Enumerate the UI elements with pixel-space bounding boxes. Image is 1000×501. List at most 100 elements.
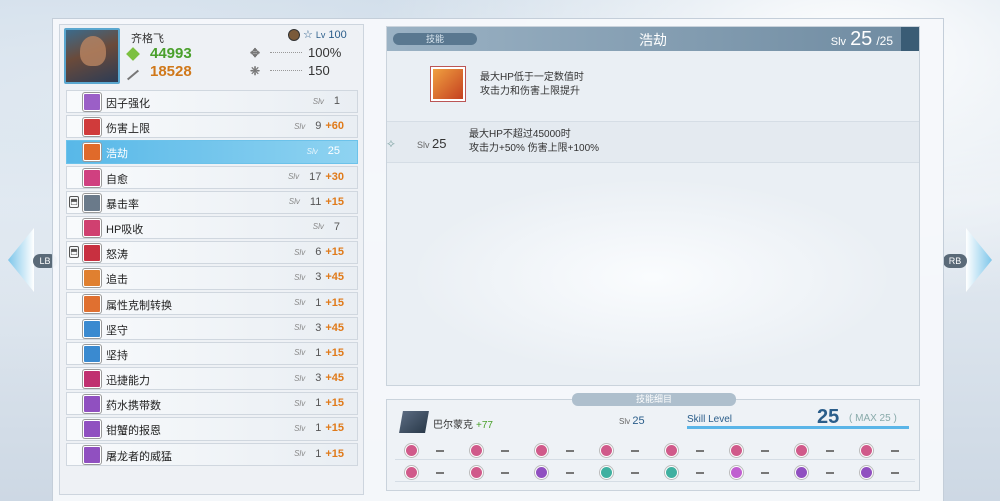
summon-slot[interactable]: [850, 442, 915, 460]
summon-slot[interactable]: [720, 464, 785, 482]
desc-line: 攻击力和伤害上限提升: [480, 86, 580, 97]
weapon-slv: Slv 25: [619, 415, 645, 427]
skill-row[interactable]: 坚守 Slv 3 +45: [66, 316, 358, 341]
skill-row-level: Slv 1 +15: [294, 297, 344, 309]
skill-name: 暴击率: [106, 198, 139, 211]
skill-name: 坚守: [106, 324, 128, 337]
summon-slot[interactable]: [590, 464, 655, 482]
empty-dash: [631, 472, 639, 474]
slv-label: Slv: [294, 398, 306, 408]
skill-level: 17: [309, 170, 322, 183]
summon-slot[interactable]: [590, 442, 655, 460]
hp-stat: 18528: [126, 63, 192, 80]
summon-slot[interactable]: [655, 464, 720, 482]
summon-slot[interactable]: [460, 442, 525, 460]
skill-name: 迅捷能力: [106, 375, 150, 388]
skill-level: 11: [309, 195, 322, 208]
skill-name: 追击: [106, 274, 128, 287]
skill-row[interactable]: 自愈 Slv 17 +30: [66, 165, 358, 190]
skill-row-level: Slv 25: [307, 145, 344, 157]
stat1: ✥ 100%: [250, 45, 341, 60]
summon-slot[interactable]: [720, 442, 785, 460]
skill-row[interactable]: 浩劫 Slv 25: [66, 139, 358, 164]
header-accent: [901, 27, 919, 51]
skill-level: 7: [333, 220, 340, 233]
summon-slot[interactable]: [395, 442, 460, 460]
skill-row[interactable]: 迅捷能力 Slv 3 +45: [66, 366, 358, 391]
empty-dash: [436, 450, 444, 452]
skill-name: 药水携带数: [106, 400, 161, 413]
skill-row[interactable]: 因子强化 Slv 1: [66, 89, 358, 114]
summon-slot[interactable]: [785, 442, 850, 460]
skill-bonus: +45: [325, 372, 344, 385]
summon-slot[interactable]: [525, 442, 590, 460]
effect-level-value: 25: [432, 136, 447, 151]
stat2: ❈ 150: [250, 63, 330, 78]
skill-icon: [83, 395, 101, 414]
skill-bonus: +45: [325, 321, 344, 334]
summon-slot[interactable]: [395, 464, 460, 482]
skill-level: 1: [315, 397, 322, 410]
effect-line: 最大HP不超过45000时: [469, 129, 571, 140]
summon-slot[interactable]: [850, 464, 915, 482]
summon-slot[interactable]: [785, 464, 850, 482]
slv-label: Slv: [294, 272, 306, 282]
skill-name: 钳蟹的报恩: [106, 425, 161, 438]
skill-row[interactable]: HP吸收 Slv 7: [66, 215, 358, 240]
summon-icon: [795, 466, 808, 479]
skill-icon: [83, 93, 101, 111]
skill-row-level: Slv 11 +15: [289, 196, 344, 208]
skill-row[interactable]: ⬒ 暴击率 Slv 11 +15: [66, 190, 358, 215]
slv-label: Slv: [288, 197, 300, 207]
element-icon: [288, 28, 300, 41]
skill-row[interactable]: 屠龙者的威猛 Slv 1 +15: [66, 442, 358, 467]
level-effect-row: ⟡ Slv 25 最大HP不超过45000时 攻击力+50% 伤害上限+100%: [387, 121, 919, 163]
skill-icon: [83, 319, 101, 338]
weapon-bonus: +77: [476, 420, 493, 431]
summon-slot[interactable]: [525, 464, 590, 482]
skill-row[interactable]: 坚持 Slv 1 +15: [66, 341, 358, 366]
summon-icon: [535, 466, 548, 479]
skill-row-level: Slv 1 +15: [294, 397, 344, 409]
skill-icon: [83, 193, 101, 212]
decor-mist: [407, 177, 897, 377]
skill-icon: [83, 118, 101, 137]
empty-dash: [501, 450, 509, 452]
skill-list: 因子强化 Slv 1 伤害上限 Slv 9 +60 浩劫 Slv 25 自愈 Slv 17 +30 ⬒ 暴击率…: [66, 89, 358, 467]
skill-row-level: Slv 17 +30: [288, 171, 344, 183]
skill-row[interactable]: ⬒ 怒涛 Slv 6 +15: [66, 240, 358, 265]
skill-level: 3: [315, 271, 322, 284]
emblem2-icon: ❈: [250, 63, 261, 78]
skill-row[interactable]: 钳蟹的报恩 Slv 1 +15: [66, 416, 358, 441]
skill-row[interactable]: 伤害上限 Slv 9 +60: [66, 114, 358, 139]
summon-icon: [405, 466, 418, 479]
summon-slot[interactable]: [460, 464, 525, 482]
skill-name: 因子强化: [106, 98, 150, 110]
slv-label: Slv: [294, 348, 306, 358]
stat1-value: 100%: [308, 45, 342, 60]
empty-dash: [436, 472, 444, 474]
skill-row[interactable]: 追击 Slv 3 +45: [66, 265, 358, 290]
summon-slot[interactable]: [655, 442, 720, 460]
skill-icon: [83, 244, 101, 263]
skill-level: 9: [315, 120, 322, 133]
skill-name: 怒涛: [106, 249, 128, 262]
slv-label: Slv: [306, 146, 318, 156]
summon-icon: [730, 444, 743, 457]
diamond-icon: ⟡: [387, 136, 395, 150]
lock-icon: ⬒: [69, 195, 79, 208]
skill-row-level: Slv 9 +60: [294, 120, 344, 132]
skill-row[interactable]: 属性克制转换 Slv 1 +15: [66, 291, 358, 316]
breakdown-title: 技能细目: [572, 393, 736, 406]
empty-dash: [761, 472, 769, 474]
rb-button[interactable]: RB: [943, 254, 967, 268]
skill-bonus: +60: [325, 120, 344, 133]
slv-label: Slv: [619, 417, 631, 426]
skill-level: 1: [315, 296, 322, 309]
skill-row[interactable]: 药水携带数 Slv 1 +15: [66, 391, 358, 416]
skill-name: 伤害上限: [106, 123, 150, 136]
empty-dash: [696, 472, 704, 474]
skill-icon: [83, 218, 101, 237]
sword-icon: [126, 69, 140, 80]
empty-dash: [566, 450, 574, 452]
